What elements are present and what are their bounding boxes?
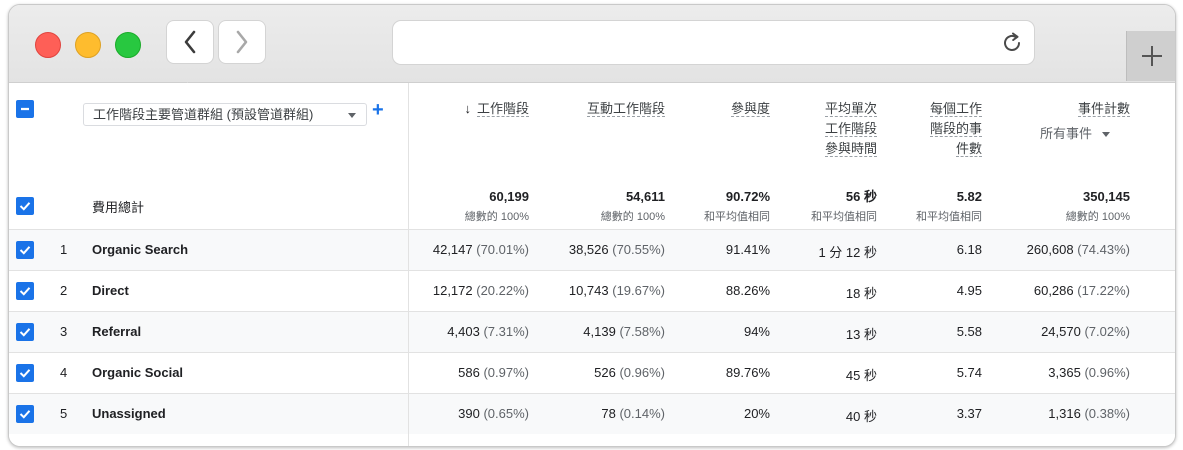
- row-avg-engagement-time: 1 分 12 秒: [818, 245, 877, 260]
- reload-icon[interactable]: [1000, 31, 1024, 55]
- row-engagement-rate: 91.41%: [725, 242, 770, 257]
- caret-down-icon: [1101, 132, 1110, 138]
- chevron-right-icon: [236, 30, 248, 54]
- row-events-per-session: 3.37: [956, 406, 982, 421]
- column-header-events-per-session[interactable]: 每個工作 階段的事 件數: [929, 99, 982, 159]
- column-header-engaged-sessions[interactable]: 互動工作階段: [586, 99, 665, 119]
- row-engagement-rate: 94%: [743, 324, 770, 339]
- row-avg-engagement-time: 18 秒: [845, 286, 877, 301]
- row-avg-engagement-time: 40 秒: [845, 409, 877, 424]
- new-tab-button[interactable]: [1126, 31, 1175, 81]
- column-header-avg-engagement-time[interactable]: 平均單次 工作階段 參與時間: [824, 99, 877, 159]
- row-channel-name[interactable]: Direct: [92, 283, 129, 298]
- arrow-down-icon: ↓: [464, 101, 471, 116]
- row-sessions: 586 (0.97%): [458, 365, 529, 380]
- check-icon: [19, 410, 31, 419]
- row-engaged-sessions: 10,743 (19.67%): [568, 283, 665, 298]
- total-events-per-session: 5.82 和平均值相同: [916, 189, 982, 223]
- table-row: [9, 393, 1175, 434]
- row-engagement-rate: 88.26%: [725, 283, 770, 298]
- check-icon: [19, 328, 31, 337]
- row-channel-name[interactable]: Organic Social: [92, 365, 183, 380]
- forward-button[interactable]: [218, 20, 266, 64]
- row-event-count: 60,286 (17.22%): [1033, 283, 1130, 298]
- totals-label: 費用總計: [92, 200, 145, 215]
- event-filter-dropdown[interactable]: 所有事件: [1040, 123, 1110, 142]
- row-event-count: 24,570 (7.02%): [1041, 324, 1130, 339]
- zoom-window-button[interactable]: [115, 32, 141, 58]
- column-header-sessions[interactable]: ↓ 工作階段: [464, 99, 529, 119]
- address-bar[interactable]: [392, 20, 1035, 65]
- chevron-left-icon: [184, 30, 196, 54]
- row-events-per-session: 6.18: [956, 242, 982, 257]
- totals-checkbox[interactable]: [16, 197, 34, 215]
- row-channel-name[interactable]: Organic Search: [92, 242, 188, 257]
- column-header-event-count[interactable]: 事件計數: [1077, 99, 1130, 119]
- column-divider: [408, 83, 409, 446]
- row-sessions: 12,172 (20.22%): [432, 283, 529, 298]
- row-sessions: 390 (0.65%): [458, 406, 529, 421]
- row-events-per-session: 5.74: [956, 365, 982, 380]
- row-events-per-session: 5.58: [956, 324, 982, 339]
- row-avg-engagement-time: 45 秒: [845, 368, 877, 383]
- total-engaged-sessions: 54,611 總數的 100%: [600, 189, 665, 223]
- minus-icon: [21, 107, 29, 111]
- row-event-count: 1,316 (0.38%): [1048, 406, 1130, 421]
- total-event-count: 350,145 總數的 100%: [1065, 189, 1130, 223]
- row-avg-engagement-time: 13 秒: [845, 327, 877, 342]
- row-engaged-sessions: 526 (0.96%): [594, 365, 665, 380]
- dimension-selector[interactable]: 工作階段主要管道群組 (預設管道群組): [83, 103, 367, 126]
- report-table: 工作階段主要管道群組 (預設管道群組) + ↓ 工作階段 互動工作階段 參與度 平…: [9, 83, 1175, 446]
- row-rank: 3: [60, 324, 68, 339]
- row-rank: 4: [60, 365, 68, 380]
- total-avg-engagement-time: 56 秒 和平均值相同: [811, 189, 877, 223]
- title-bar: [9, 5, 1175, 83]
- column-header-engagement-rate[interactable]: 參與度: [730, 99, 770, 119]
- total-sessions: 60,199 總數的 100%: [464, 189, 529, 223]
- check-icon: [19, 202, 31, 211]
- row-channel-name[interactable]: Unassigned: [92, 406, 166, 421]
- check-icon: [19, 287, 31, 296]
- plus-icon: [1141, 46, 1162, 66]
- row-engagement-rate: 20%: [743, 406, 770, 421]
- row-engaged-sessions: 78 (0.14%): [601, 406, 665, 421]
- row-checkbox[interactable]: [16, 282, 34, 300]
- check-icon: [19, 246, 31, 255]
- check-icon: [19, 369, 31, 378]
- total-engagement-rate: 90.72% 和平均值相同: [704, 189, 770, 223]
- row-channel-name[interactable]: Referral: [92, 324, 141, 339]
- table-row: [9, 352, 1175, 393]
- row-engagement-rate: 89.76%: [725, 365, 770, 380]
- row-engaged-sessions: 4,139 (7.58%): [583, 324, 665, 339]
- dimension-selector-label: 工作階段主要管道群組 (預設管道群組): [93, 107, 314, 122]
- row-rank: 2: [60, 283, 68, 298]
- close-window-button[interactable]: [35, 32, 61, 58]
- browser-window: 工作階段主要管道群組 (預設管道群組) + ↓ 工作階段 互動工作階段 參與度 平…: [8, 4, 1176, 447]
- row-engaged-sessions: 38,526 (70.55%): [568, 242, 665, 257]
- row-checkbox[interactable]: [16, 364, 34, 382]
- row-rank: 5: [60, 406, 68, 421]
- minimize-window-button[interactable]: [75, 32, 101, 58]
- caret-down-icon: [348, 113, 356, 118]
- back-button[interactable]: [166, 20, 214, 64]
- row-event-count: 260,608 (74.43%): [1026, 242, 1130, 257]
- row-checkbox[interactable]: [16, 323, 34, 341]
- add-dimension-button[interactable]: +: [372, 100, 384, 120]
- select-all-checkbox[interactable]: [16, 100, 34, 118]
- row-checkbox[interactable]: [16, 405, 34, 423]
- row-sessions: 4,403 (7.31%): [447, 324, 529, 339]
- row-checkbox[interactable]: [16, 241, 34, 259]
- row-events-per-session: 4.95: [956, 283, 982, 298]
- row-sessions: 42,147 (70.01%): [432, 242, 529, 257]
- row-rank: 1: [60, 242, 68, 257]
- row-event-count: 3,365 (0.96%): [1048, 365, 1130, 380]
